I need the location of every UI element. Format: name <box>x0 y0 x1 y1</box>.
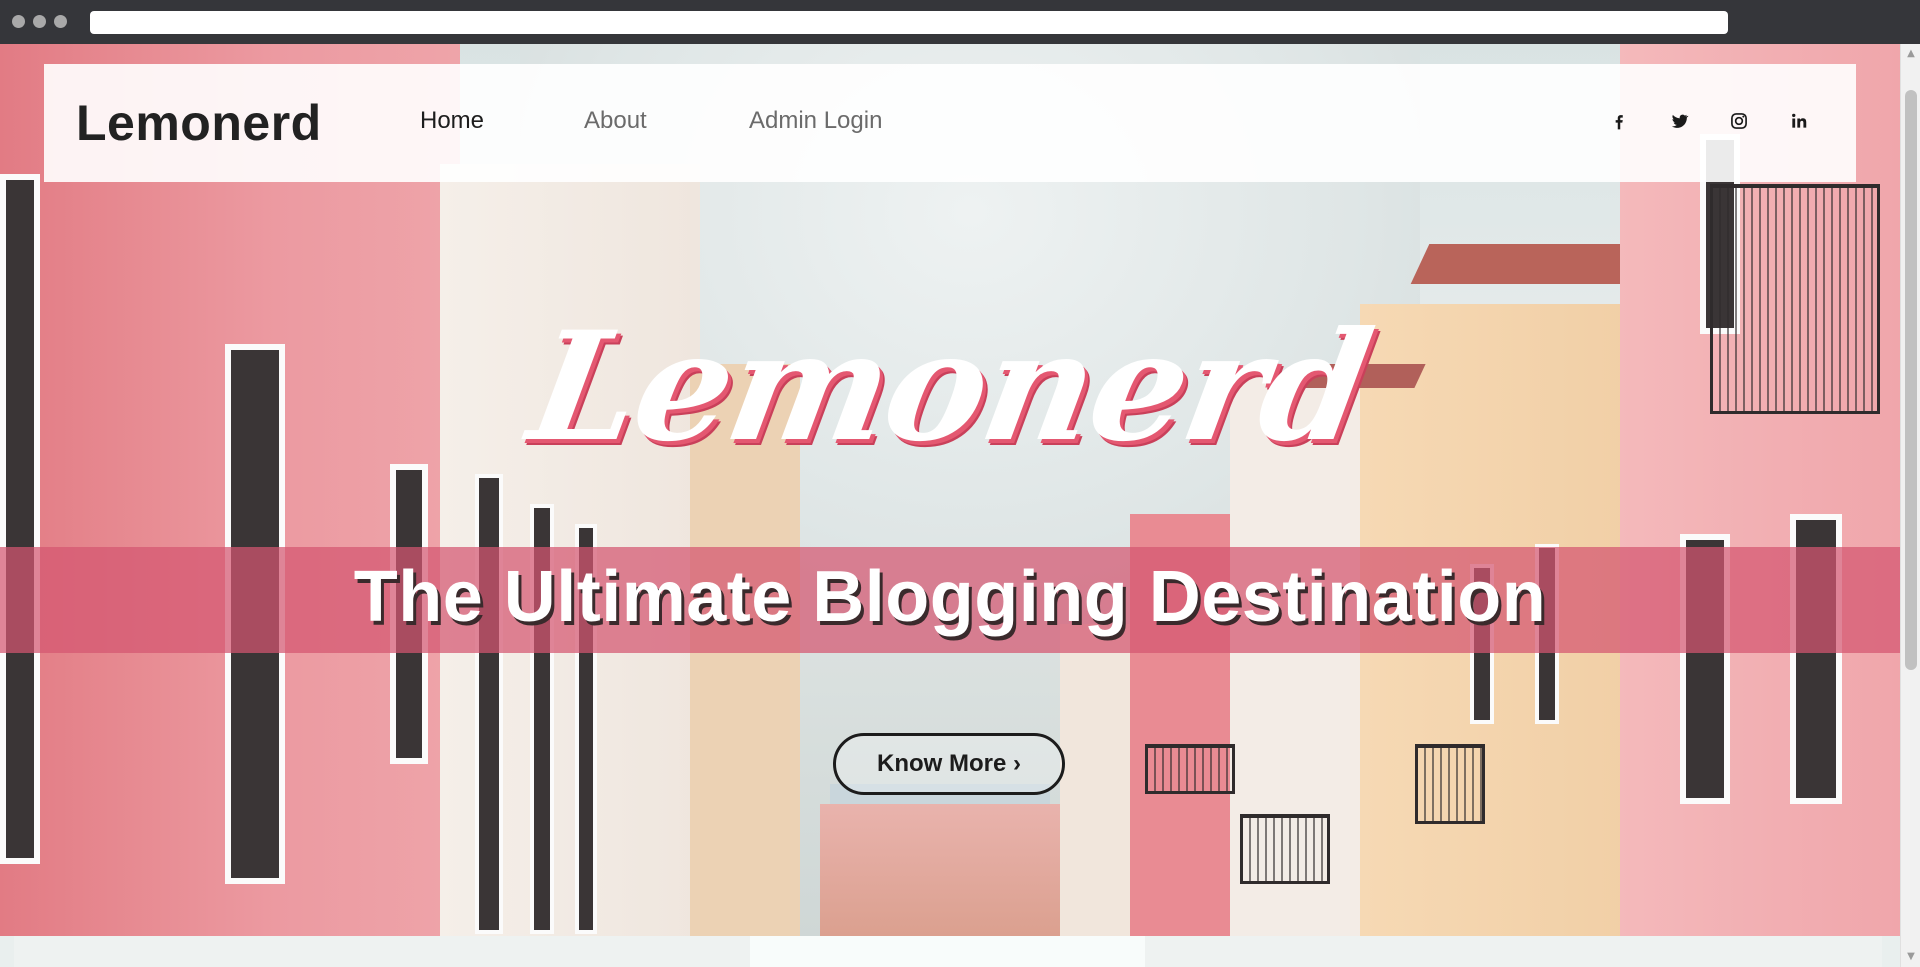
next-section-card <box>750 936 1145 967</box>
facebook-icon[interactable] <box>1604 106 1634 136</box>
nav-link-admin-login[interactable]: Admin Login <box>749 107 882 135</box>
window-close-button[interactable] <box>12 15 25 28</box>
balcony-railing <box>1415 744 1485 824</box>
scroll-down-arrow-icon[interactable]: ▼ <box>1901 947 1920 967</box>
window-minimize-button[interactable] <box>33 15 46 28</box>
top-navbar: Lemonerd Home About Admin Login <box>44 64 1856 182</box>
linkedin-icon[interactable] <box>1784 106 1814 136</box>
site-brand-logo[interactable]: Lemonerd <box>76 94 322 152</box>
hero-script-logo: Lemonerd <box>518 299 1382 475</box>
window <box>0 174 40 864</box>
window <box>475 474 503 934</box>
page-scrollbar[interactable]: ▲ ▼ <box>1900 44 1920 967</box>
balcony-railing <box>1240 814 1330 884</box>
scroll-up-arrow-icon[interactable]: ▲ <box>1901 44 1920 64</box>
roof-tiles <box>1410 244 1650 284</box>
page-viewport: Lemonerd Home About Admin Login Lemonerd… <box>0 44 1920 967</box>
window-maximize-button[interactable] <box>54 15 67 28</box>
hero-headline: The Ultimate Blogging Destination <box>353 557 1547 637</box>
know-more-button[interactable]: Know More › <box>833 733 1065 795</box>
address-bar[interactable] <box>90 11 1728 34</box>
scrollbar-thumb[interactable] <box>1905 90 1917 670</box>
instagram-icon[interactable] <box>1724 106 1754 136</box>
twitter-icon[interactable] <box>1664 106 1694 136</box>
building-right-far <box>1060 624 1140 936</box>
nav-link-home[interactable]: Home <box>420 107 484 135</box>
distant-city <box>820 804 1060 936</box>
browser-toolbar <box>0 0 1920 44</box>
nav-link-about[interactable]: About <box>584 107 647 135</box>
balcony-railing <box>1145 744 1235 794</box>
